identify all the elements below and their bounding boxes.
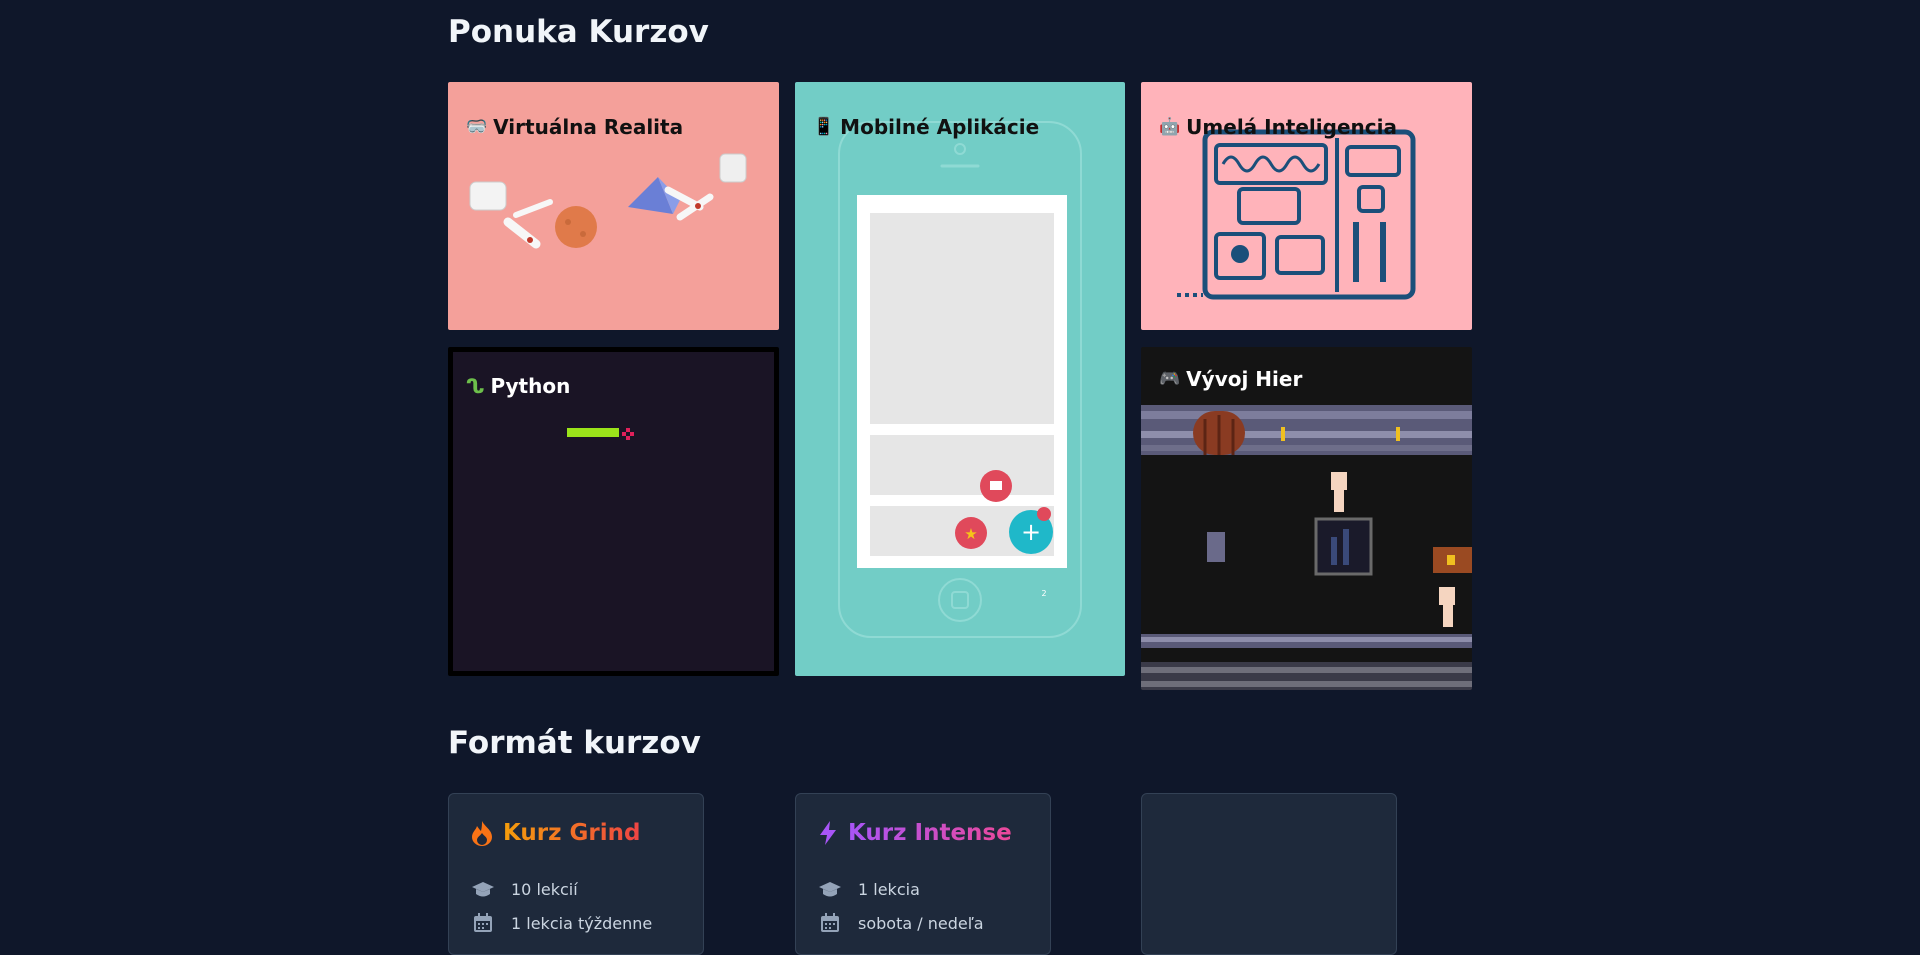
graduation-cap-icon bbox=[471, 881, 495, 899]
fire-icon bbox=[472, 821, 492, 846]
calendar-icon bbox=[471, 913, 495, 933]
phone-illustration: ★ + bbox=[838, 121, 1082, 638]
courses-section-title: Ponuka Kurzov bbox=[448, 14, 709, 50]
graduation-cap-icon bbox=[818, 881, 842, 899]
format-title: Kurz Intense bbox=[848, 820, 1012, 846]
dungeon-game bbox=[1141, 405, 1472, 690]
mobile-phone-icon: 📱 bbox=[813, 117, 835, 137]
robot-icon: 🤖 bbox=[1159, 117, 1181, 137]
course-title: Vývoj Hier bbox=[1186, 367, 1303, 391]
format-schedule: sobota / nedeľa bbox=[858, 913, 984, 933]
notification-badge: 2 bbox=[1041, 589, 1047, 598]
course-card-vr[interactable]: 🥽 Virtuálna Realita bbox=[448, 82, 779, 330]
snake-game bbox=[567, 428, 634, 440]
course-card-python[interactable]: ᔐ Python bbox=[448, 347, 779, 676]
course-card-games[interactable]: 🎮 Vývoj Hier bbox=[1141, 347, 1472, 690]
format-lessons: 1 lekcia bbox=[858, 880, 920, 899]
course-title: Python bbox=[490, 374, 571, 398]
calendar-icon bbox=[818, 913, 842, 933]
formats-section-title: Formát kurzov bbox=[448, 725, 701, 761]
course-card-ai[interactable]: 🤖 Umelá Inteligencia bbox=[1141, 82, 1472, 330]
course-title: Virtuálna Realita bbox=[493, 115, 684, 139]
python-icon: ᔐ bbox=[466, 374, 485, 398]
format-card-intense[interactable]: Kurz Intense 1 lekcia sobota / nedeľa bbox=[795, 793, 1051, 955]
format-card-grind[interactable]: Kurz Grind 10 lekcií 1 lekcia týždenne bbox=[448, 793, 704, 955]
vr-goggles-icon: 🥽 bbox=[466, 117, 488, 137]
lightning-icon bbox=[820, 821, 836, 845]
game-controller-icon: 🎮 bbox=[1159, 369, 1181, 389]
format-card-empty[interactable] bbox=[1141, 793, 1397, 955]
course-title: Mobilné Aplikácie bbox=[840, 115, 1040, 139]
svg-text:★: ★ bbox=[964, 525, 977, 543]
course-card-mobile[interactable]: 📱 Mobilné Aplikácie ★ + 2 bbox=[795, 82, 1125, 676]
format-lessons: 10 lekcií bbox=[511, 880, 578, 899]
course-title: Umelá Inteligencia bbox=[1186, 115, 1397, 139]
format-schedule: 1 lekcia týždenne bbox=[511, 913, 653, 933]
format-title: Kurz Grind bbox=[503, 820, 641, 846]
svg-text:+: + bbox=[1021, 518, 1041, 546]
